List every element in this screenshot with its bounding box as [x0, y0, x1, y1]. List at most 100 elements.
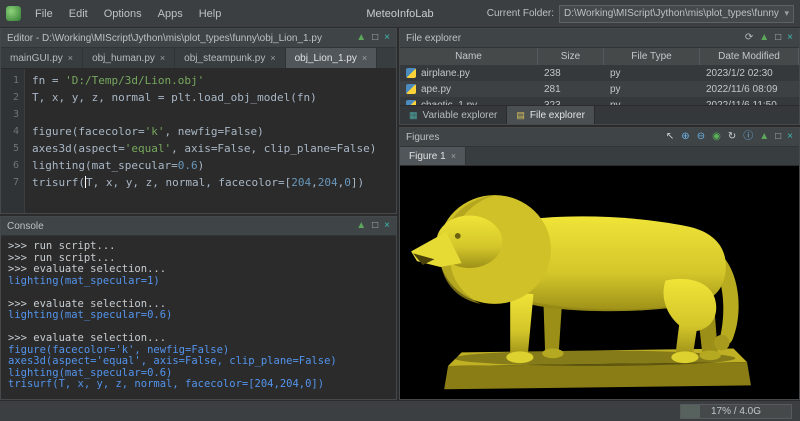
tab-mainGUI.py[interactable]: mainGUI.py×: [1, 48, 83, 68]
code-segment: 'k': [145, 125, 165, 138]
menu-options[interactable]: Options: [96, 5, 150, 23]
file-date-cell: 2023/1/2 02:30: [700, 68, 799, 79]
console-panel: Console ▲□× >>> run script...>>> run scr…: [0, 216, 397, 400]
column-header-file-type[interactable]: File Type: [604, 48, 700, 65]
menu-edit[interactable]: Edit: [61, 5, 96, 23]
subtab-variable-explorer[interactable]: ▦Variable explorer: [400, 106, 507, 124]
line-number: 5: [1, 140, 19, 157]
code-line[interactable]: [32, 106, 376, 123]
tab-obj_human.py[interactable]: obj_human.py ×: [83, 48, 175, 68]
identify-icon[interactable]: ⓘ: [743, 132, 753, 142]
zoom-out-icon[interactable]: ⊖: [697, 132, 705, 142]
editor-panel-title: Editor - D:\Working\MIScript\Jython\mis\…: [7, 33, 322, 44]
code-lines[interactable]: fn = 'D:/Temp/3d/Lion.obj' T, x, y, z, no…: [25, 69, 376, 213]
close-icon[interactable]: ×: [451, 151, 456, 161]
close-icon[interactable]: ×: [787, 33, 793, 43]
figures-std-icons: ▲ □ ×: [759, 132, 793, 142]
zoom-in-icon[interactable]: ⊕: [681, 132, 689, 142]
file-name-cell: airplane.py: [400, 68, 538, 79]
dock-up-icon[interactable]: ▲: [759, 33, 769, 43]
code-segment: 204: [291, 176, 311, 189]
memory-indicator[interactable]: 17% / 4.0G: [680, 404, 792, 419]
code-line[interactable]: lighting(mat_specular=0.6): [32, 157, 376, 174]
dock-up-icon[interactable]: ▲: [356, 221, 366, 231]
rotate-icon[interactable]: ↻: [728, 132, 736, 142]
code-line[interactable]: fn = 'D:/Temp/3d/Lion.obj': [32, 72, 376, 89]
current-folder-combobox[interactable]: D:\Working\MIScript\Jython\mis\plot_type…: [559, 5, 794, 23]
close-icon[interactable]: ×: [270, 53, 275, 63]
refresh-icon[interactable]: ⟳: [745, 33, 753, 43]
float-icon[interactable]: □: [372, 221, 378, 231]
line-number: 2: [1, 89, 19, 106]
line-number: 6: [1, 157, 19, 174]
line-number: 7: [1, 174, 19, 191]
column-header-date-modified[interactable]: Date Modified: [700, 48, 799, 65]
menu-file[interactable]: File: [27, 5, 61, 23]
console-line: >>> run script...: [8, 241, 389, 253]
code-line[interactable]: T, x, y, z, normal = plt.load_obj_model(…: [32, 89, 376, 106]
dock-up-icon[interactable]: ▲: [759, 132, 769, 142]
column-header-size[interactable]: Size: [538, 48, 604, 65]
close-icon[interactable]: ×: [384, 33, 390, 43]
tab-label: obj_steampunk.py: [184, 53, 265, 64]
close-icon[interactable]: ×: [362, 53, 367, 63]
tab-label: obj_human.py: [92, 53, 155, 64]
line-number-gutter: 1234567: [1, 69, 25, 213]
code-editor[interactable]: 1234567 fn = 'D:/Temp/3d/Lion.obj' T, x, …: [1, 69, 396, 213]
code-line[interactable]: figure(facecolor='k', newfig=False): [32, 123, 376, 140]
dock-up-icon[interactable]: ▲: [356, 33, 366, 43]
figures-panel-title: Figures: [406, 132, 439, 143]
code-segment: figure(facecolor=: [32, 125, 145, 138]
code-segment: ): [198, 159, 205, 172]
file-explorer-header: File explorer ⟳ ▲□×: [400, 29, 799, 48]
float-icon[interactable]: □: [775, 33, 781, 43]
close-icon[interactable]: ×: [787, 132, 793, 142]
file-date-cell: 2022/11/6 08:09: [700, 84, 799, 95]
float-icon[interactable]: □: [372, 33, 378, 43]
status-bar: 17% / 4.0G: [0, 400, 800, 421]
close-icon[interactable]: ×: [384, 221, 390, 231]
python-file-icon: [406, 84, 416, 94]
file-name-text: ape.py: [421, 84, 451, 95]
menu-apps[interactable]: Apps: [150, 5, 191, 23]
main-area: Editor - D:\Working\MIScript\Jython\mis\…: [0, 28, 800, 400]
editor-panel-header: Editor - D:\Working\MIScript\Jython\mis\…: [1, 29, 396, 48]
tab-obj_steampunk.py[interactable]: obj_steampunk.py ×: [175, 48, 285, 68]
lion-front-paw: [506, 351, 533, 363]
code-line[interactable]: trisurf(T, x, y, z, normal, facecolor=[2…: [32, 174, 376, 191]
pointer-icon[interactable]: ↖: [666, 132, 674, 142]
menu-help[interactable]: Help: [191, 5, 230, 23]
lion-rear-paw: [671, 351, 698, 363]
console-head-icons: ▲ □ ×: [356, 221, 390, 231]
chevron-down-icon[interactable]: ▾: [780, 8, 789, 19]
subtab-label: Variable explorer: [423, 110, 498, 121]
line-number: 3: [1, 106, 19, 123]
file-size-cell: 281: [538, 84, 604, 95]
table-row[interactable]: ape.py281py2022/11/6 08:09: [400, 81, 799, 97]
editor-tabbar: mainGUI.py×obj_human.py×obj_steampunk.py…: [1, 48, 396, 69]
console-line: axes3d(aspect='equal', axis=False, clip_…: [8, 356, 389, 368]
console-line: trisurf(T, x, y, z, normal, facecolor=[2…: [8, 379, 389, 391]
close-icon[interactable]: ×: [68, 53, 73, 63]
code-segment: 204: [318, 176, 338, 189]
figure-canvas[interactable]: [400, 166, 799, 399]
memory-fill-bar: [681, 405, 700, 418]
console-output[interactable]: >>> run script...>>> run script...>>> ev…: [1, 236, 396, 399]
lion-tail-tuft: [714, 335, 730, 351]
file-size-cell: 238: [538, 68, 604, 79]
menu-bar: FileEditOptionsAppsHelp: [27, 5, 229, 23]
table-row[interactable]: chaotic_1.py323py2022/11/6 11:50: [400, 97, 799, 105]
tab-figure-1[interactable]: Figure 1 ×: [400, 147, 466, 165]
tab-obj_Lion_1.py[interactable]: obj_Lion_1.py×: [286, 48, 378, 68]
right-column: File explorer ⟳ ▲□× NameSizeFile TypeDat…: [399, 28, 800, 400]
close-icon[interactable]: ×: [160, 53, 165, 63]
code-segment: ]): [351, 176, 364, 189]
table-row[interactable]: airplane.py238py2023/1/2 02:30: [400, 65, 799, 81]
float-icon[interactable]: □: [775, 132, 781, 142]
column-header-name[interactable]: Name: [400, 48, 538, 65]
globe-icon[interactable]: ◉: [712, 132, 721, 142]
code-segment: T, x, y, z, normal = plt.load_obj_model(…: [32, 91, 317, 104]
file-explorer-panel: File explorer ⟳ ▲□× NameSizeFile TypeDat…: [399, 28, 800, 125]
subtab-file-explorer[interactable]: ▤File explorer: [507, 106, 595, 124]
code-line[interactable]: axes3d(aspect='equal', axis=False, clip_…: [32, 140, 376, 157]
